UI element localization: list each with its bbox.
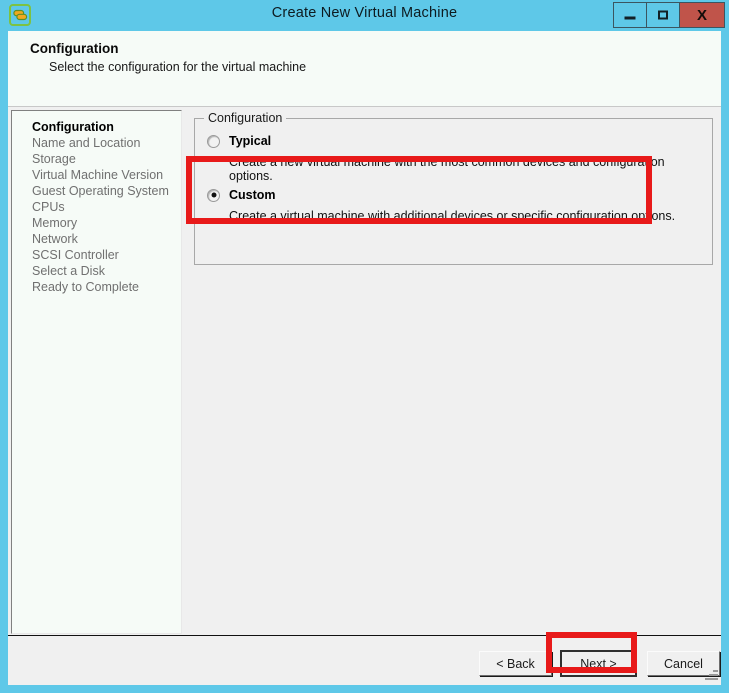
typical-option-label[interactable]: Typical xyxy=(229,134,271,148)
typical-option-description: Create a new virtual machine with the mo… xyxy=(229,155,665,183)
window-controls: X xyxy=(613,2,725,28)
wizard-steps-list[interactable]: Configuration Name and Location Storage Vir… xyxy=(11,110,182,634)
custom-radio[interactable] xyxy=(207,188,220,202)
close-button[interactable]: X xyxy=(679,2,725,28)
sidebar-item-guest-operating-system[interactable]: Guest Operating System xyxy=(32,183,181,199)
custom-option-row[interactable]: Custom Create a virtual machine with add… xyxy=(207,187,702,223)
sidebar-item-memory[interactable]: Memory xyxy=(32,215,181,231)
typical-option-row[interactable]: Typical Create a new virtual machine wit… xyxy=(207,133,702,183)
custom-option-description: Create a virtual machine with additional… xyxy=(229,209,676,223)
dialog-footer: < Back Next > Cancel xyxy=(8,636,721,685)
sidebar-item-name-and-location[interactable]: Name and Location xyxy=(32,135,181,151)
typical-radio[interactable] xyxy=(207,134,220,148)
maximize-icon xyxy=(658,10,668,20)
next-button[interactable]: Next > xyxy=(560,650,637,677)
page-subtitle: Select the configuration for the virtual… xyxy=(49,60,307,74)
create-new-virtual-machine-window: Create New Virtual Machine X Configurati… xyxy=(0,0,729,693)
page-title: Configuration xyxy=(30,41,119,56)
sidebar-item-configuration[interactable]: Configuration xyxy=(32,119,181,135)
title-bar: Create New Virtual Machine X xyxy=(0,0,729,31)
sidebar-item-scsi-controller[interactable]: SCSI Controller xyxy=(32,247,181,263)
sidebar-item-ready-to-complete[interactable]: Ready to Complete xyxy=(32,279,181,295)
sidebar-item-select-a-disk[interactable]: Select a Disk xyxy=(32,263,181,279)
configuration-groupbox: Configuration Typical Create a new virtu… xyxy=(194,111,713,265)
dialog-client-area: Configuration Select the configuration f… xyxy=(8,31,721,685)
cancel-button[interactable]: Cancel xyxy=(647,651,720,676)
sidebar-item-network[interactable]: Network xyxy=(32,231,181,247)
back-button[interactable]: < Back xyxy=(479,651,552,676)
minimize-button[interactable] xyxy=(613,2,647,28)
custom-option-label[interactable]: Custom xyxy=(229,188,276,202)
groupbox-legend: Configuration xyxy=(204,111,287,125)
sidebar-item-virtual-machine-version[interactable]: Virtual Machine Version xyxy=(32,167,181,183)
close-icon: X xyxy=(696,6,707,24)
sidebar-item-cpus[interactable]: CPUs xyxy=(32,199,181,215)
maximize-button[interactable] xyxy=(646,2,680,28)
sidebar-item-storage[interactable]: Storage xyxy=(32,151,181,167)
wizard-header: Configuration Select the configuration f… xyxy=(8,31,721,107)
minimize-icon xyxy=(624,16,636,20)
